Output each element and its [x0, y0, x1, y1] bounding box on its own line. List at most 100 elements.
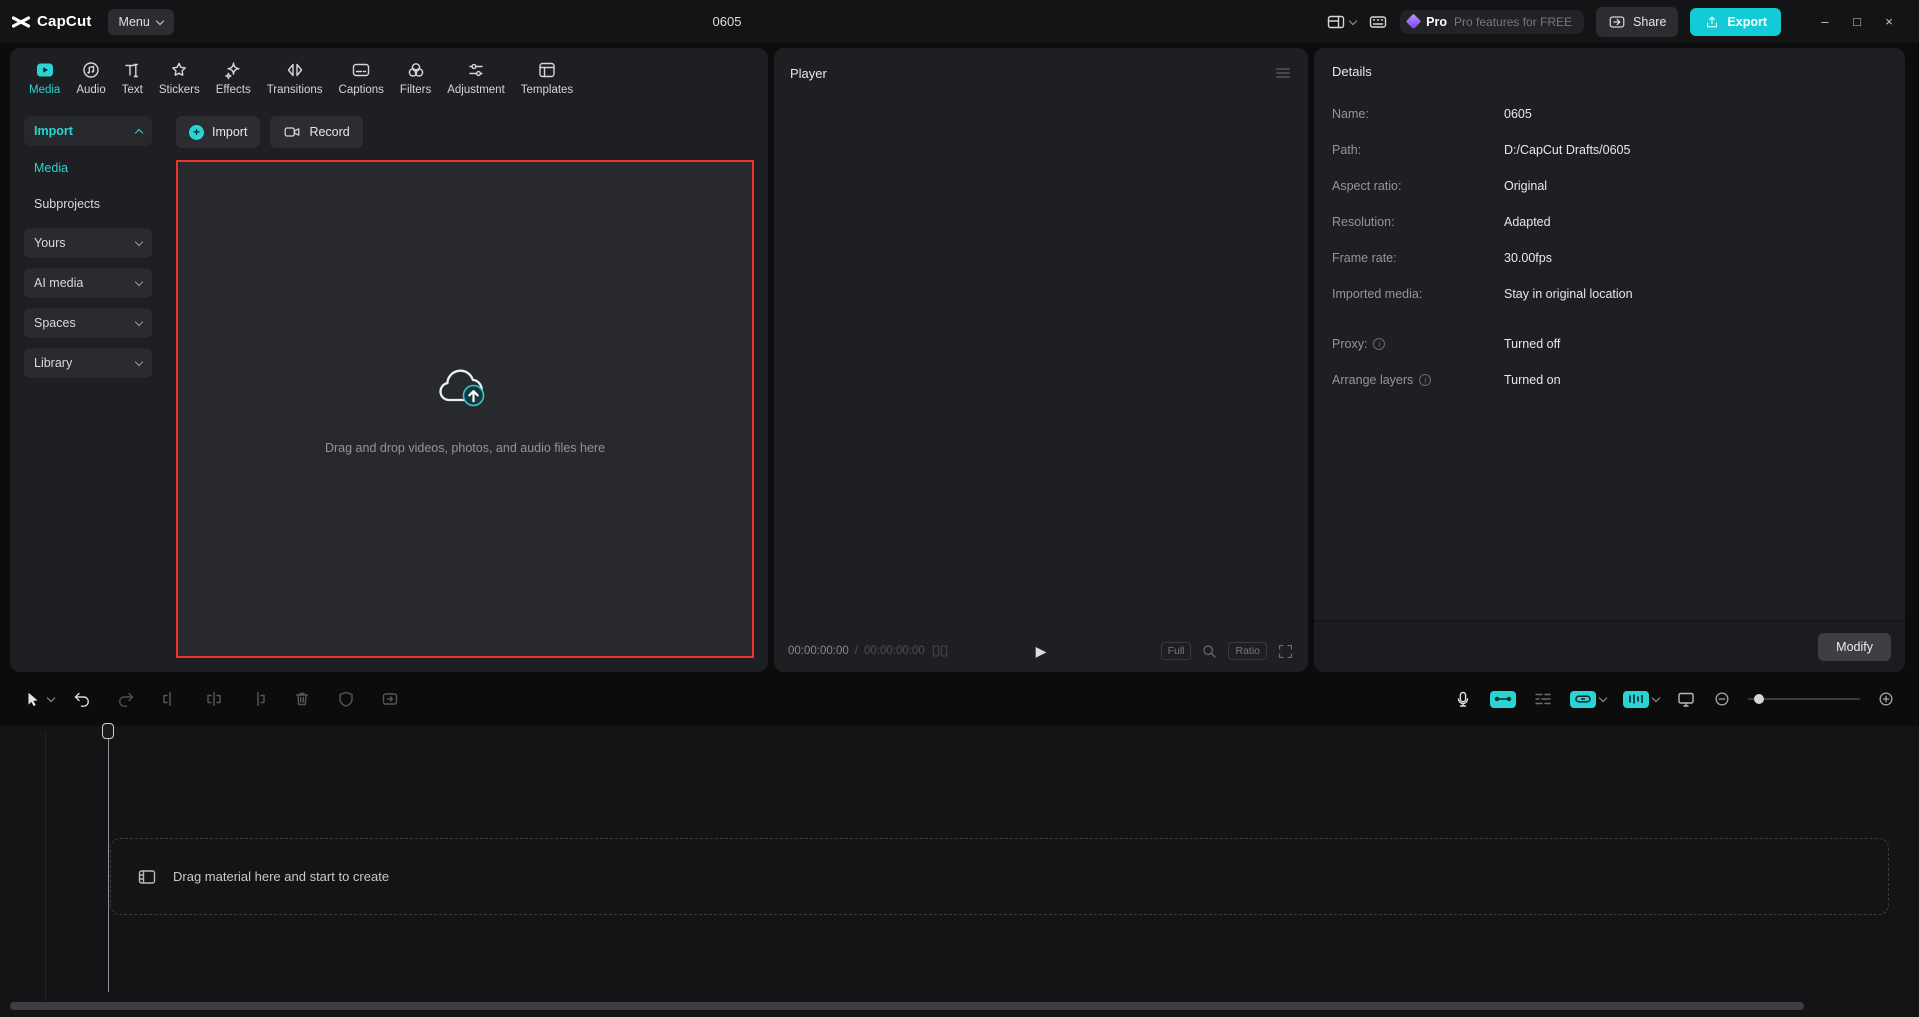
playhead-line	[108, 728, 109, 992]
player-title: Player	[790, 65, 827, 81]
shortcuts-button[interactable]	[1368, 12, 1388, 32]
chevron-down-icon	[134, 277, 144, 287]
tab-effects[interactable]: Effects	[209, 58, 258, 98]
sidebar-item-subprojects[interactable]: Subprojects	[24, 190, 152, 218]
timeline-zoom-slider[interactable]	[1748, 694, 1860, 704]
minimize-button[interactable]: –	[1809, 8, 1841, 36]
playback-time: 00:00:00:00 / 00:00:00:00	[788, 642, 949, 660]
info-icon[interactable]: i	[1419, 374, 1432, 386]
chevron-down-icon	[134, 317, 144, 327]
redo-icon[interactable]	[116, 689, 136, 709]
chevron-down-icon	[1598, 693, 1608, 703]
mask-icon[interactable]	[336, 689, 356, 709]
detail-row-aspect-ratio: Aspect ratio: Original	[1332, 179, 1548, 193]
timeline-toolbar	[0, 672, 1919, 726]
titlebar: CapCut Menu 0605 Pro Pro features for FR…	[0, 0, 1919, 43]
export-button[interactable]: Export	[1690, 7, 1781, 36]
cursor-icon	[28, 692, 38, 707]
tab-stickers[interactable]: Stickers	[152, 58, 207, 98]
close-button[interactable]: ×	[1873, 8, 1905, 36]
select-tool-button[interactable]	[24, 690, 56, 708]
delete-icon[interactable]	[292, 689, 312, 709]
zoom-fit-icon[interactable]	[1201, 643, 1218, 660]
detail-row-arrange-layers: Arrange layers i Turned on	[1332, 373, 1561, 387]
import-button[interactable]: + Import	[176, 116, 261, 148]
sidebar-group-yours[interactable]: Yours	[24, 228, 152, 258]
adjustment-icon	[469, 63, 483, 77]
zoom-out-icon[interactable]	[1713, 690, 1731, 708]
undo-icon[interactable]	[72, 689, 92, 709]
media-panel: Media Audio Text Stickers Effects Transi…	[10, 48, 768, 672]
dropzone-hint: Drag and drop videos, photos, and audio …	[324, 441, 606, 455]
pro-banner[interactable]: Pro Pro features for FREE	[1400, 9, 1585, 34]
share-button[interactable]: Share	[1596, 6, 1679, 37]
detail-row-resolution: Resolution: Adapted	[1332, 215, 1551, 229]
detail-row-name: Name: 0605	[1332, 107, 1532, 121]
tab-templates[interactable]: Templates	[514, 58, 580, 98]
sidebar-group-ai-media[interactable]: AI media	[24, 268, 152, 298]
auto-ripple-icon[interactable]	[1533, 689, 1553, 709]
record-button[interactable]: Record	[270, 116, 363, 148]
capcut-logo: CapCut	[12, 13, 92, 30]
effects-icon	[225, 62, 240, 80]
track-header-divider	[45, 732, 46, 1001]
sidebar-group-spaces[interactable]: Spaces	[24, 308, 152, 338]
playhead-handle[interactable]	[102, 723, 114, 739]
fullscreen-icon[interactable]	[1277, 643, 1294, 660]
track-display-toggle-icon	[1623, 690, 1649, 708]
media-tabbar: Media Audio Text Stickers Effects Transi…	[10, 48, 768, 104]
detail-row-path: Path: D:/CapCut Drafts/0605	[1332, 143, 1631, 157]
sidebar-group-library[interactable]: Library	[24, 348, 152, 378]
split-icon[interactable]	[204, 689, 224, 709]
preview-quality-icon[interactable]	[1676, 689, 1696, 709]
tab-media[interactable]: Media	[22, 58, 67, 98]
detail-row-imported-media: Imported media: Stay in original locatio…	[1332, 287, 1633, 301]
track-display-toggle[interactable]	[1623, 690, 1661, 708]
split-right-icon[interactable]	[248, 689, 268, 709]
menu-button[interactable]: Menu	[107, 8, 174, 35]
captions-icon	[353, 63, 370, 77]
media-icon	[36, 63, 53, 77]
player-menu-icon[interactable]	[1274, 64, 1292, 82]
info-icon[interactable]: i	[1373, 338, 1386, 350]
project-title: 0605	[712, 14, 742, 29]
linkage-toggle[interactable]	[1570, 690, 1608, 708]
tab-audio[interactable]: Audio	[69, 58, 112, 98]
app-name: CapCut	[37, 13, 92, 30]
tab-adjustment[interactable]: Adjustment	[440, 58, 512, 98]
layout-switch-button[interactable]	[1326, 12, 1358, 32]
timeline-drop-target[interactable]: Drag material here and start to create	[110, 838, 1889, 915]
timeline-area[interactable]: Drag material here and start to create	[0, 723, 1919, 1017]
modify-button[interactable]: Modify	[1818, 632, 1891, 661]
pro-badge: Pro	[1426, 14, 1447, 29]
tab-transitions[interactable]: Transitions	[260, 58, 330, 98]
frame-mark-icon[interactable]	[931, 642, 949, 660]
zoom-slider-knob[interactable]	[1754, 694, 1764, 704]
details-panel: Details Name: 0605 Path: D:/CapCut Draft…	[1314, 48, 1905, 672]
horizontal-scrollbar[interactable]	[10, 1002, 1804, 1010]
export-icon	[1707, 16, 1718, 27]
split-left-icon[interactable]	[160, 689, 180, 709]
zoom-in-icon[interactable]	[1877, 690, 1895, 708]
chevron-up-icon	[134, 128, 144, 137]
transitions-icon	[287, 63, 302, 77]
media-dropzone[interactable]: Drag and drop videos, photos, and audio …	[176, 160, 754, 658]
play-button[interactable]: ▶	[1036, 644, 1047, 658]
replace-icon[interactable]	[380, 689, 400, 709]
keyframe-toggle-icon[interactable]	[1490, 690, 1516, 708]
audio-icon	[83, 62, 99, 78]
sidebar-item-media[interactable]: Media	[24, 154, 152, 182]
templates-icon	[539, 62, 555, 78]
maximize-button[interactable]: □	[1841, 8, 1873, 36]
tab-text[interactable]: Text	[115, 58, 150, 98]
voiceover-mic-icon[interactable]	[1453, 689, 1473, 709]
tab-captions[interactable]: Captions	[332, 58, 391, 98]
plus-icon: +	[189, 124, 204, 140]
detail-row-proxy: Proxy: i Turned off	[1332, 337, 1561, 351]
full-screen-fit-button[interactable]: Full	[1160, 642, 1192, 660]
film-strip-icon	[138, 869, 156, 884]
sidebar-section-import[interactable]: Import	[24, 116, 152, 146]
chevron-down-icon	[134, 357, 144, 367]
ratio-button[interactable]: Ratio	[1228, 642, 1267, 660]
tab-filters[interactable]: Filters	[393, 58, 438, 98]
